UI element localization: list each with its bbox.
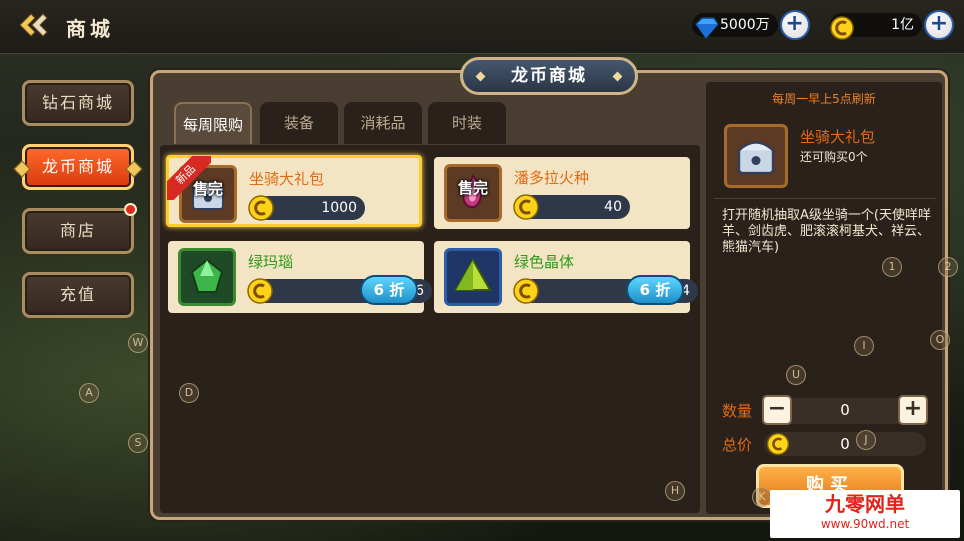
key-hint-d: D	[179, 383, 199, 403]
tab-label: 装备	[283, 114, 314, 132]
key-hint-h: H	[665, 481, 685, 501]
dragon-coin-icon	[513, 278, 539, 304]
nav-recharge[interactable]: 充值	[22, 272, 134, 318]
new-badge-text: 新品	[167, 156, 211, 200]
watermark-title: 九零网单	[825, 492, 905, 516]
divider	[714, 198, 936, 199]
discount-badge: 6 折	[626, 275, 684, 305]
green-gem-icon	[190, 258, 224, 293]
key-hint-w: W	[128, 333, 148, 353]
discount-badge: 6 折	[360, 275, 418, 305]
title-ornament-right	[612, 71, 623, 82]
nav-dragon-coin-shop[interactable]: 龙币商城	[13, 144, 143, 190]
item-name: 绿色晶体	[514, 253, 575, 271]
key-hint-i: I	[854, 336, 874, 356]
key-hint-u: U	[786, 365, 806, 385]
diamond-balance: 5000万 +	[692, 10, 810, 40]
key-hint-o: O	[930, 330, 950, 350]
nav-diamond-shop[interactable]: 钻石商城	[22, 80, 134, 126]
tab-fashion[interactable]: 时装	[428, 102, 506, 144]
tab-label: 时装	[451, 114, 482, 132]
key-hint-s: S	[128, 433, 148, 453]
key-hint-k: K	[752, 487, 772, 507]
dragon-coin-icon	[247, 278, 273, 304]
back-button[interactable]	[16, 10, 52, 40]
new-badge: 新品	[167, 156, 211, 200]
item-icon-box	[178, 248, 236, 306]
coin-balance: 1亿 +	[830, 10, 954, 40]
key-hint-2: 2	[938, 257, 958, 277]
nav-store[interactable]: 商店	[22, 203, 137, 254]
dragon-coin-icon	[248, 195, 274, 221]
treasure-chest-icon	[737, 141, 775, 175]
quantity-input[interactable]: 0	[798, 401, 892, 419]
item-card-mount-pack[interactable]: 售完 新品 坐骑大礼包 1000	[166, 155, 422, 227]
purchase-limit: 还可购买0个	[800, 150, 868, 164]
item-card-green-agate[interactable]: 绿玛瑙 6 6 折	[168, 241, 432, 313]
dragon-coin-icon	[513, 194, 539, 220]
add-diamond-button[interactable]: +	[779, 10, 810, 40]
watermark: 九零网单 www.90wd.net	[770, 490, 960, 538]
page-title: 商城	[66, 17, 114, 41]
nav-label: 充值	[59, 285, 96, 304]
tab-label: 消耗品	[360, 114, 406, 132]
dragon-coin-icon	[830, 16, 854, 40]
item-icon-box	[444, 248, 502, 306]
item-description: 打开随机抽取A级坐骑一个(天使咩咩羊、剑齿虎、肥滚滚柯基犬、祥云、熊猫汽车)	[722, 208, 931, 255]
quantity-label: 数量	[722, 402, 753, 420]
decrease-quantity-button[interactable]: −	[762, 395, 792, 425]
diamond-icon	[695, 17, 719, 40]
add-coin-button[interactable]: +	[924, 10, 954, 40]
nav-label: 商店	[59, 221, 96, 240]
item-card-green-crystal[interactable]: 绿色晶体 24 6 折	[434, 241, 698, 313]
tab-consumables[interactable]: 消耗品	[344, 102, 422, 144]
dragon-coin-icon	[767, 433, 789, 455]
nav-label: 龙币商城	[41, 157, 114, 176]
watermark-url: www.90wd.net	[820, 517, 910, 531]
increase-quantity-button[interactable]: +	[898, 395, 928, 425]
detail-item-icon	[724, 124, 788, 188]
title-ornament-left	[475, 71, 486, 82]
tab-label: 每周限购	[182, 116, 243, 134]
item-name: 坐骑大礼包	[249, 170, 325, 188]
pyramid-crystal-icon	[454, 257, 492, 291]
item-name: 绿玛瑙	[248, 253, 294, 271]
top-bar: 商城 5000万 + 1亿 +	[0, 0, 964, 54]
item-card-pandora-fire[interactable]: 售完 潘多拉火种 40	[434, 157, 690, 229]
total-price-value: 0	[840, 435, 850, 453]
notification-dot	[124, 203, 137, 216]
nav-label: 钻石商城	[41, 93, 114, 112]
tab-weekly-limited[interactable]: 每周限购	[174, 102, 252, 144]
key-hint-j: J	[856, 430, 876, 450]
key-hint-1: 1	[882, 257, 902, 277]
back-arrow-icon	[19, 13, 48, 37]
sold-out-label: 售完	[457, 179, 488, 197]
item-name: 潘多拉火种	[514, 169, 590, 187]
detail-item-name: 坐骑大礼包	[800, 128, 876, 146]
panel-title-text: 龙币商城	[511, 66, 587, 86]
refresh-note: 每周一早上5点刷新	[772, 92, 876, 106]
total-price-label: 总价	[722, 436, 753, 454]
key-hint-a: A	[79, 383, 99, 403]
tab-equipment[interactable]: 装备	[260, 102, 338, 144]
panel-title: 龙币商城	[460, 57, 638, 95]
